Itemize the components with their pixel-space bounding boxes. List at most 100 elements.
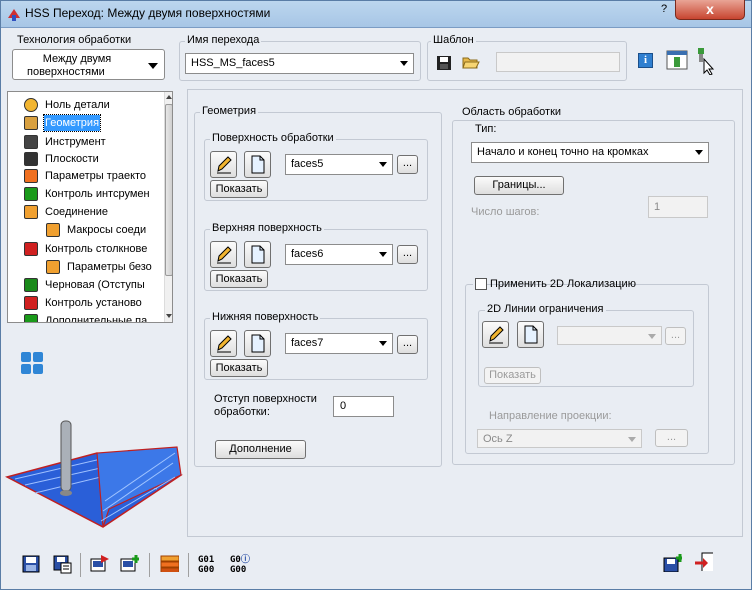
tiles-view-icon[interactable] (20, 351, 46, 375)
type-value: Начало и конец точно на кромках (477, 146, 649, 158)
bottom-surface-label: Нижняя поверхность (210, 311, 321, 323)
simulate-icon[interactable] (89, 553, 109, 573)
bottom-more-button[interactable]: ... (397, 335, 418, 354)
safety-params-icon (46, 260, 60, 274)
surface-show-button[interactable]: Показать (210, 180, 268, 198)
geometry-title: Геометрия (200, 105, 259, 117)
toolbar-separator (149, 553, 150, 577)
gcode-top-text: G01 (198, 555, 215, 565)
projection-value: Ось Z (483, 433, 513, 445)
template-field (496, 52, 620, 72)
tech-label: Технология обработки (17, 34, 132, 46)
bottom-show-button[interactable]: Показать (210, 359, 268, 377)
tool-control-icon (24, 187, 38, 201)
pencil-icon (217, 246, 232, 264)
tree-item-label: Контроль интсрумен (45, 188, 150, 200)
limit-lines-label: 2D Линии ограничения (485, 303, 606, 315)
toolbar-separator (188, 553, 189, 577)
bounds-button[interactable]: Границы... (474, 176, 564, 195)
surface-new-button[interactable] (244, 151, 271, 178)
offset-input[interactable]: 0 (333, 396, 394, 417)
chevron-down-icon (628, 437, 636, 442)
surface-edit-button[interactable] (210, 151, 237, 178)
chevron-down-icon (400, 61, 408, 66)
save-as-icon[interactable] (52, 554, 72, 574)
collision-icon (24, 242, 38, 256)
title-bar[interactable]: HSS Переход: Между двумя поверхностями ?… (1, 0, 751, 28)
top-edit-button[interactable] (210, 241, 237, 268)
gcode-info-bottom-text: G00 (230, 565, 247, 575)
document-icon (251, 245, 265, 264)
bottom-surface-select[interactable]: faces7 (285, 333, 393, 354)
scroll-up-icon[interactable] (166, 95, 172, 99)
tree-item-label: Дополнительные па (45, 315, 148, 323)
surface-select[interactable]: faces5 (285, 154, 393, 175)
limit-edit-button[interactable] (482, 321, 509, 348)
planes-icon (24, 152, 38, 166)
pencil-icon (217, 335, 232, 353)
extra-button[interactable]: Дополнение (215, 440, 306, 459)
surface-value: faces5 (291, 158, 324, 170)
area-title: Область обработки (460, 106, 564, 118)
pointer-tool-icon[interactable] (694, 47, 720, 75)
surface-more-button[interactable]: ... (397, 155, 418, 174)
close-button[interactable]: x (675, 0, 745, 20)
top-show-button[interactable]: Показать (210, 270, 268, 288)
save-and-add-icon[interactable] (662, 552, 682, 572)
tree-item-label: Черновая (Отступы (45, 279, 145, 291)
open-template-icon[interactable] (462, 54, 480, 70)
tree-item-label: Макросы соеди (67, 224, 147, 236)
tree-item-label: Ноль детали (45, 99, 110, 111)
link-icon (24, 205, 38, 219)
tree-scrollbar[interactable] (164, 92, 172, 322)
op-name-select[interactable]: HSS_MS_faces5 (185, 53, 414, 74)
bottom-edit-button[interactable] (210, 330, 237, 357)
app-icon (8, 9, 20, 21)
gcode-info-button[interactable]: G0ⓘ G00 (230, 555, 250, 575)
top-more-button[interactable]: ... (397, 245, 418, 264)
setup-control-icon (24, 296, 38, 310)
scroll-down-icon[interactable] (166, 314, 172, 318)
simulate-add-icon[interactable] (119, 553, 139, 573)
toolbar-separator (80, 553, 81, 577)
pencil-icon (489, 326, 504, 344)
tool-window-icon[interactable] (666, 50, 688, 70)
tree-item-label: Инструмент (45, 136, 106, 148)
chevron-down-icon (695, 150, 703, 155)
exit-icon[interactable] (693, 551, 713, 571)
scroll-thumb[interactable] (165, 104, 172, 276)
tree-item-label: Контроль столкнове (45, 243, 148, 255)
localization-spacer (473, 278, 633, 292)
steps-input: 1 (648, 196, 708, 218)
info-small-icon: ⓘ (240, 555, 250, 565)
save-icon[interactable] (21, 554, 41, 574)
type-label: Тип: (475, 123, 497, 135)
op-name-value: HSS_MS_faces5 (191, 57, 275, 69)
help-button[interactable]: ? (661, 3, 675, 17)
parameter-tree[interactable]: Ноль детали Геометрия Инструмент Плоскости П… (7, 91, 173, 323)
gcode-info-top-text: G0 (230, 555, 241, 565)
top-new-button[interactable] (244, 241, 271, 268)
top-surface-select[interactable]: faces6 (285, 244, 393, 265)
gcode-button[interactable]: G01 G00 (198, 555, 214, 575)
limit-more-button: ... (665, 327, 686, 345)
limit-new-button[interactable] (517, 321, 544, 348)
projection-label: Направление проекции: (489, 410, 612, 422)
tool-icon (24, 135, 38, 149)
bottom-new-button[interactable] (244, 330, 271, 357)
tree-item-label: Геометрия (42, 114, 102, 132)
offset-label-line2: обработки: (214, 406, 270, 418)
stock-icon[interactable] (159, 552, 179, 572)
limit-select (557, 326, 662, 345)
tree-item-label: Параметры безо (67, 261, 152, 273)
tree-item-label: Соединение (45, 206, 109, 218)
info-icon[interactable]: i (638, 53, 653, 68)
tree-item-label: Параметры траекто (45, 170, 147, 182)
tech-select[interactable]: Между двумя поверхностями (12, 49, 165, 80)
chevron-down-icon (648, 334, 656, 339)
save-template-icon[interactable] (436, 55, 452, 71)
type-select[interactable]: Начало и конец точно на кромках (471, 142, 709, 163)
document-icon (251, 155, 265, 174)
chevron-down-icon (379, 162, 387, 167)
chevron-down-icon (148, 63, 158, 69)
